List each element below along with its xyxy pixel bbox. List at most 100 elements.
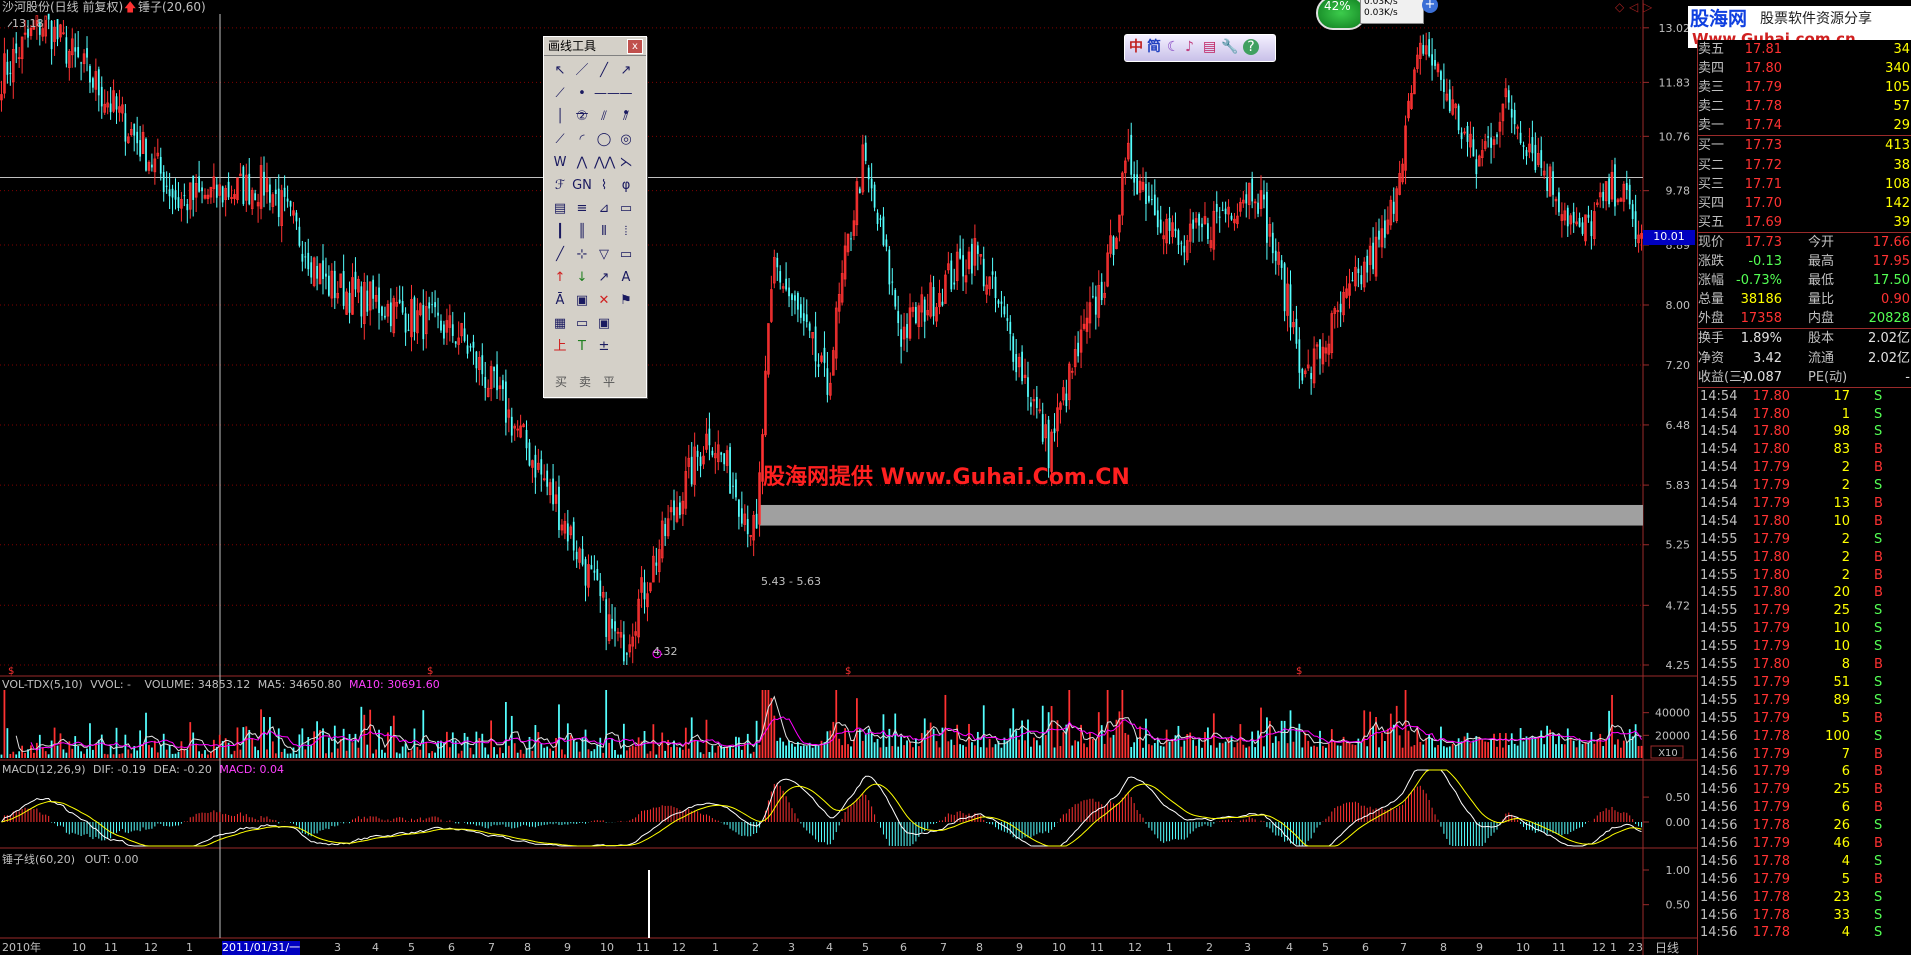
- fib-time-icon[interactable]: ⦀: [594, 222, 614, 242]
- select-icon[interactable]: ▣: [572, 291, 592, 311]
- golden-icon[interactable]: φ: [616, 176, 636, 196]
- volume-bar: [251, 738, 254, 758]
- volume-bar: [168, 745, 171, 758]
- toolbox-flat[interactable]: 平: [603, 373, 615, 390]
- mark-icon[interactable]: ↗: [594, 268, 614, 288]
- numbered-wave-icon[interactable]: ②: [572, 107, 592, 127]
- toolbar-wrench-icon[interactable]: 🔧: [1221, 39, 1238, 55]
- candle-body: [277, 188, 280, 218]
- resistance-icon[interactable]: ≡: [572, 199, 592, 219]
- save-icon[interactable]: ▦: [550, 314, 570, 334]
- cursor-icon[interactable]: ↖: [550, 61, 570, 81]
- buy-mark-icon[interactable]: 上: [550, 337, 570, 357]
- tick-side: B: [1874, 442, 1883, 458]
- h-line-icon[interactable]: ——: [594, 84, 620, 104]
- tick-volume: 4: [1841, 925, 1850, 941]
- maximize-icon[interactable]: ▷: [1643, 0, 1652, 14]
- gann-fan-icon[interactable]: ⊿: [594, 199, 614, 219]
- toolbox-close-button[interactable]: x: [627, 39, 643, 54]
- tick-price: 17.80: [1752, 406, 1790, 422]
- period-label[interactable]: 日线: [1655, 941, 1679, 955]
- box-icon[interactable]: ▭: [616, 199, 636, 219]
- parallel-icon[interactable]: ⫽: [594, 107, 614, 127]
- speed-plus-icon[interactable]: +: [1422, 0, 1438, 13]
- volume-bar: [94, 743, 97, 758]
- drawing-toolbox[interactable]: 画线工具 x ↖ ／ ╱ ↗ ⟋ •— —— —• │ ② ⫽ ⫽ ⟋ ◜ ◯ ◎ W ⋀ ⋀⋀ ⋋ ℱ GN ⌇ φ ▤ ≡ ⊿ ▭…: [543, 36, 647, 398]
- period-line-icon[interactable]: ┃: [550, 222, 570, 242]
- h-ray-icon[interactable]: •—: [572, 84, 592, 121]
- ray-icon[interactable]: ╱: [594, 61, 614, 81]
- rectangle-icon[interactable]: ▭: [616, 245, 636, 265]
- candle-body: [1625, 183, 1628, 191]
- toolbar-moon-icon[interactable]: ☾: [1167, 39, 1180, 55]
- settings-icon[interactable]: ◇: [1615, 0, 1624, 14]
- fibonacci-icon[interactable]: ℱ: [550, 176, 570, 196]
- volume-bar: [1313, 745, 1315, 758]
- percent-line-icon[interactable]: ▤: [550, 199, 570, 219]
- tick-time: 14:54: [1700, 388, 1738, 404]
- floating-toolbar[interactable]: 中 简 ☾ ♪ ▤ 🔧 ?: [1124, 34, 1276, 62]
- tick-price: 17.79: [1752, 782, 1790, 798]
- sell-mark-icon[interactable]: T: [572, 337, 592, 357]
- channel-icon[interactable]: ⫽: [616, 107, 636, 127]
- volume-bar: [782, 741, 785, 758]
- tick-price: 17.79: [1752, 764, 1790, 780]
- volume-bar: [1602, 746, 1605, 758]
- down-arrow-icon[interactable]: ↓: [572, 268, 592, 288]
- fan-line-icon[interactable]: ⋋: [616, 153, 636, 173]
- candlestick-series[interactable]: $ $ $ $: [0, 13, 1643, 677]
- tick-price: 17.80: [1752, 424, 1790, 440]
- volume-bar: [41, 747, 44, 758]
- time-line-icon[interactable]: ║: [572, 222, 592, 242]
- network-speed-widget: 42% 0.03K/s 0.03K/s +: [1316, 0, 1440, 30]
- circle-icon[interactable]: ◯: [594, 130, 614, 150]
- speed-line-icon[interactable]: ⌇: [594, 176, 614, 196]
- candle-body: [1457, 105, 1460, 131]
- m-wave-icon[interactable]: ⋀⋀: [594, 153, 615, 173]
- toolbox-buy[interactable]: 买: [555, 373, 567, 390]
- regression-icon[interactable]: ⟋: [550, 130, 570, 150]
- cycle-icon[interactable]: ⦙: [616, 222, 636, 242]
- ellipse-icon[interactable]: ◎: [616, 130, 636, 150]
- triangle-icon[interactable]: ▽: [594, 245, 614, 265]
- candle-body: [1168, 217, 1171, 231]
- gann-icon[interactable]: GN: [572, 176, 592, 196]
- flat-mark-icon[interactable]: ±: [594, 337, 614, 357]
- vertical-line-icon[interactable]: │: [550, 107, 570, 127]
- up-arrow-icon[interactable]: ↑: [550, 268, 570, 288]
- toolbar-keyboard-icon[interactable]: ▤: [1203, 39, 1216, 55]
- label-icon[interactable]: ╱: [550, 245, 570, 265]
- h-segment-icon[interactable]: —•: [616, 84, 636, 121]
- delete-icon[interactable]: ✕: [594, 291, 614, 311]
- line-icon[interactable]: ／: [572, 61, 592, 81]
- stat-label: 最高: [1808, 254, 1835, 270]
- volume-bar: [513, 743, 516, 758]
- zigzag-icon[interactable]: ⋀: [572, 153, 592, 173]
- arrow-line-icon[interactable]: ↗: [616, 61, 636, 81]
- toolbar-music-icon[interactable]: ♪: [1185, 39, 1194, 55]
- hide-icon[interactable]: ▭: [572, 314, 592, 334]
- volume-bar: [1159, 745, 1162, 758]
- cross-icon[interactable]: ⊹: [572, 245, 592, 265]
- group-icon[interactable]: ▣: [594, 314, 614, 334]
- volume-bar: [1224, 741, 1227, 758]
- toolbox-sell[interactable]: 卖: [579, 373, 591, 390]
- volume-bar: [1009, 728, 1012, 758]
- volume-bar: [1537, 737, 1540, 758]
- volume-bar: [207, 754, 209, 758]
- toolbar-help-icon[interactable]: ?: [1243, 39, 1259, 55]
- volume-bar: [950, 739, 953, 758]
- candle-body: [1192, 219, 1195, 229]
- tick-time: 14:55: [1700, 585, 1738, 601]
- flag-icon[interactable]: ⚑: [616, 291, 636, 311]
- toolbar-jian-icon[interactable]: 简: [1147, 39, 1161, 55]
- tick-list[interactable]: 14:54 17.80 17 S 14:54 17.80 1 S 14:54 17.80 98 S 14…: [1698, 388, 1911, 943]
- text-icon[interactable]: A: [616, 268, 636, 288]
- segment-icon[interactable]: ⟋: [550, 84, 570, 104]
- wave-w-icon[interactable]: W: [550, 153, 570, 173]
- arc-icon[interactable]: ◜: [572, 130, 592, 150]
- volume-bar: [870, 733, 873, 758]
- toolbar-zhong-icon[interactable]: 中: [1129, 39, 1143, 55]
- text-note-icon[interactable]: Ā: [550, 291, 570, 311]
- minimize-icon[interactable]: ◁: [1629, 0, 1638, 14]
